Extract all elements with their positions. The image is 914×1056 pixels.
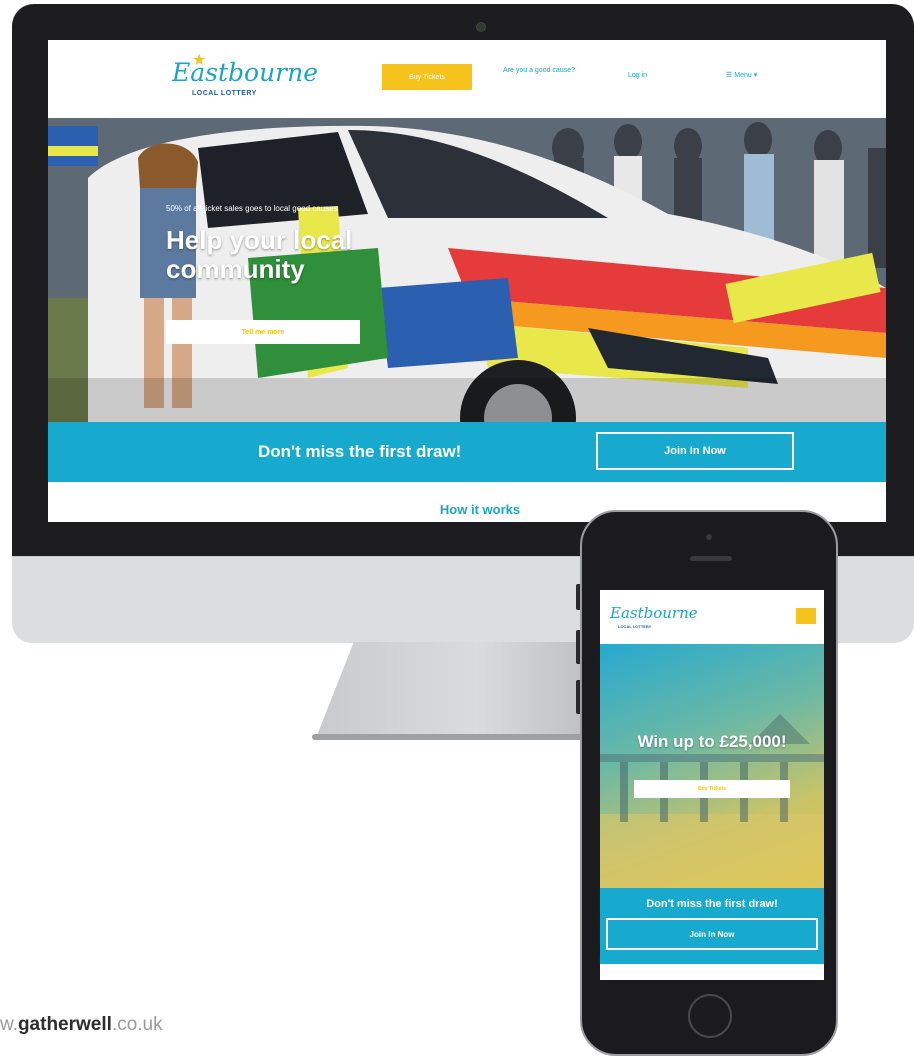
site-header: ★ Eastbourne LOCAL LOTTERY Buy Tickets A… — [48, 40, 886, 118]
logo-subtext: LOCAL LOTTERY — [192, 90, 257, 97]
monitor-stand-base — [312, 734, 590, 740]
join-in-now-button[interactable]: Join In Now — [596, 432, 794, 470]
mobile-phone: Eastbourne LOCAL LOTTERY Win up to £25,0… — [580, 510, 838, 1056]
mobile-menu-button[interactable] — [796, 608, 816, 624]
hero-section: 50% of all ticket sales goes to local go… — [48, 118, 886, 422]
log-in-link[interactable]: Log in — [628, 72, 647, 79]
menu-button[interactable]: ☰ Menu ▾ — [726, 71, 757, 79]
mobile-logo[interactable]: Eastbourne — [610, 604, 698, 622]
good-cause-link[interactable]: Are you a good cause? — [500, 66, 578, 75]
mobile-hero-photo — [600, 714, 824, 888]
monitor-stand — [316, 642, 586, 738]
mobile-logo-subtext: LOCAL LOTTERY — [618, 624, 652, 629]
logo-wordmark: Eastbourne — [172, 58, 319, 87]
buy-tickets-button[interactable]: Buy Tickets — [382, 64, 472, 90]
mobile-join-in-now-button[interactable]: Join In Now — [606, 918, 818, 950]
menu-label: Menu — [734, 72, 752, 79]
chevron-down-icon: ▾ — [753, 72, 758, 79]
home-button-icon[interactable] — [688, 994, 732, 1038]
hero-kicker-text: 50% of all ticket sales goes to local go… — [166, 204, 338, 213]
mobile-hero: Win up to £25,000! Buy Tickets — [600, 644, 824, 888]
first-draw-text: Don't miss the first draw! — [258, 442, 462, 461]
mobile-first-draw-text: Don't miss the first draw! — [646, 898, 778, 910]
phone-speaker — [690, 556, 732, 561]
site-logo[interactable]: ★ Eastbourne LOCAL LOTTERY — [172, 52, 318, 104]
front-camera-icon — [706, 534, 712, 540]
mobile-first-draw-banner: Don't miss the first draw! Join In Now — [600, 888, 824, 964]
mobile-buy-tickets-button[interactable]: Buy Tickets — [634, 780, 790, 798]
mobile-hero-title: Win up to £25,000! — [637, 732, 787, 751]
menu-icon: ☰ — [726, 72, 733, 79]
mobile-header: Eastbourne LOCAL LOTTERY — [600, 590, 824, 644]
url-brand: gatherwell — [17, 1014, 112, 1035]
hero-title: Help your local community — [166, 225, 353, 284]
footer-url: w.gatherwell.co.uk — [0, 1014, 163, 1036]
tell-me-more-button[interactable]: Tell me more — [166, 320, 360, 344]
desktop-screen: ★ Eastbourne LOCAL LOTTERY Buy Tickets A… — [48, 40, 886, 522]
url-prefix: w. — [0, 1014, 18, 1035]
mobile-screen: Eastbourne LOCAL LOTTERY Win up to £25,0… — [600, 590, 824, 980]
first-draw-banner: Don't miss the first draw! Join In Now — [48, 422, 886, 482]
url-suffix: .co.uk — [111, 1014, 163, 1035]
camera-icon — [476, 22, 486, 32]
